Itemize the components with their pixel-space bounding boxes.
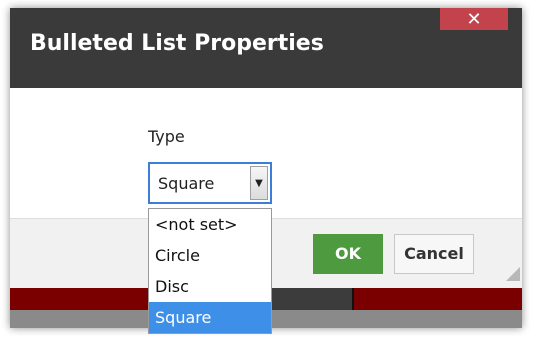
- dropdown-option-square[interactable]: Square: [149, 302, 271, 333]
- dialog-body: Type Square ▼: [10, 88, 522, 218]
- resize-grip-icon[interactable]: [506, 267, 520, 281]
- background-strip-divider: [352, 288, 354, 310]
- dropdown-option-not-set[interactable]: <not set>: [149, 209, 271, 240]
- type-dropdown-list[interactable]: <not set> Circle Disc Square: [148, 208, 272, 334]
- dropdown-option-disc[interactable]: Disc: [149, 271, 271, 302]
- cancel-button[interactable]: Cancel: [394, 234, 474, 274]
- ok-button[interactable]: OK: [313, 234, 383, 274]
- dialog-titlebar: Bulleted List Properties ✕: [10, 8, 522, 88]
- type-select[interactable]: Square ▼: [148, 162, 272, 204]
- close-button[interactable]: ✕: [440, 8, 508, 30]
- dropdown-arrow-icon[interactable]: ▼: [250, 166, 268, 200]
- type-label: Type: [148, 127, 185, 146]
- close-icon: ✕: [466, 9, 482, 29]
- dialog-title: Bulleted List Properties: [30, 31, 324, 56]
- type-select-value: Square: [158, 174, 215, 193]
- dropdown-option-circle[interactable]: Circle: [149, 240, 271, 271]
- background-strip-segment: [260, 288, 353, 310]
